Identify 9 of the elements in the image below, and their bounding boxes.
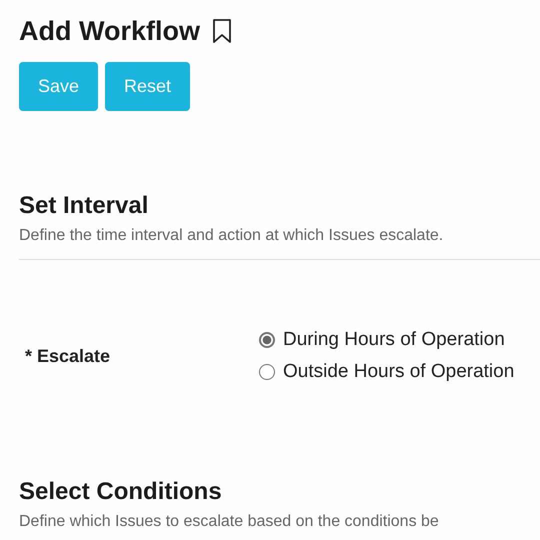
- section-description: Define the time interval and action at which Issues escalate.: [19, 226, 444, 246]
- radio-option[interactable]: During Hours of Operation: [259, 329, 514, 351]
- field-label: * Escalate: [24, 346, 112, 366]
- section-description: Define which Issues to escalate based on the conditions be: [19, 512, 440, 532]
- section-heading: Select Conditions: [19, 477, 223, 507]
- section-heading: Set Interval: [19, 191, 150, 221]
- bookmark-icon[interactable]: [212, 18, 232, 44]
- page-title: Add Workflow: [19, 15, 200, 48]
- radio-option[interactable]: Outside Hours of Operation: [259, 361, 514, 383]
